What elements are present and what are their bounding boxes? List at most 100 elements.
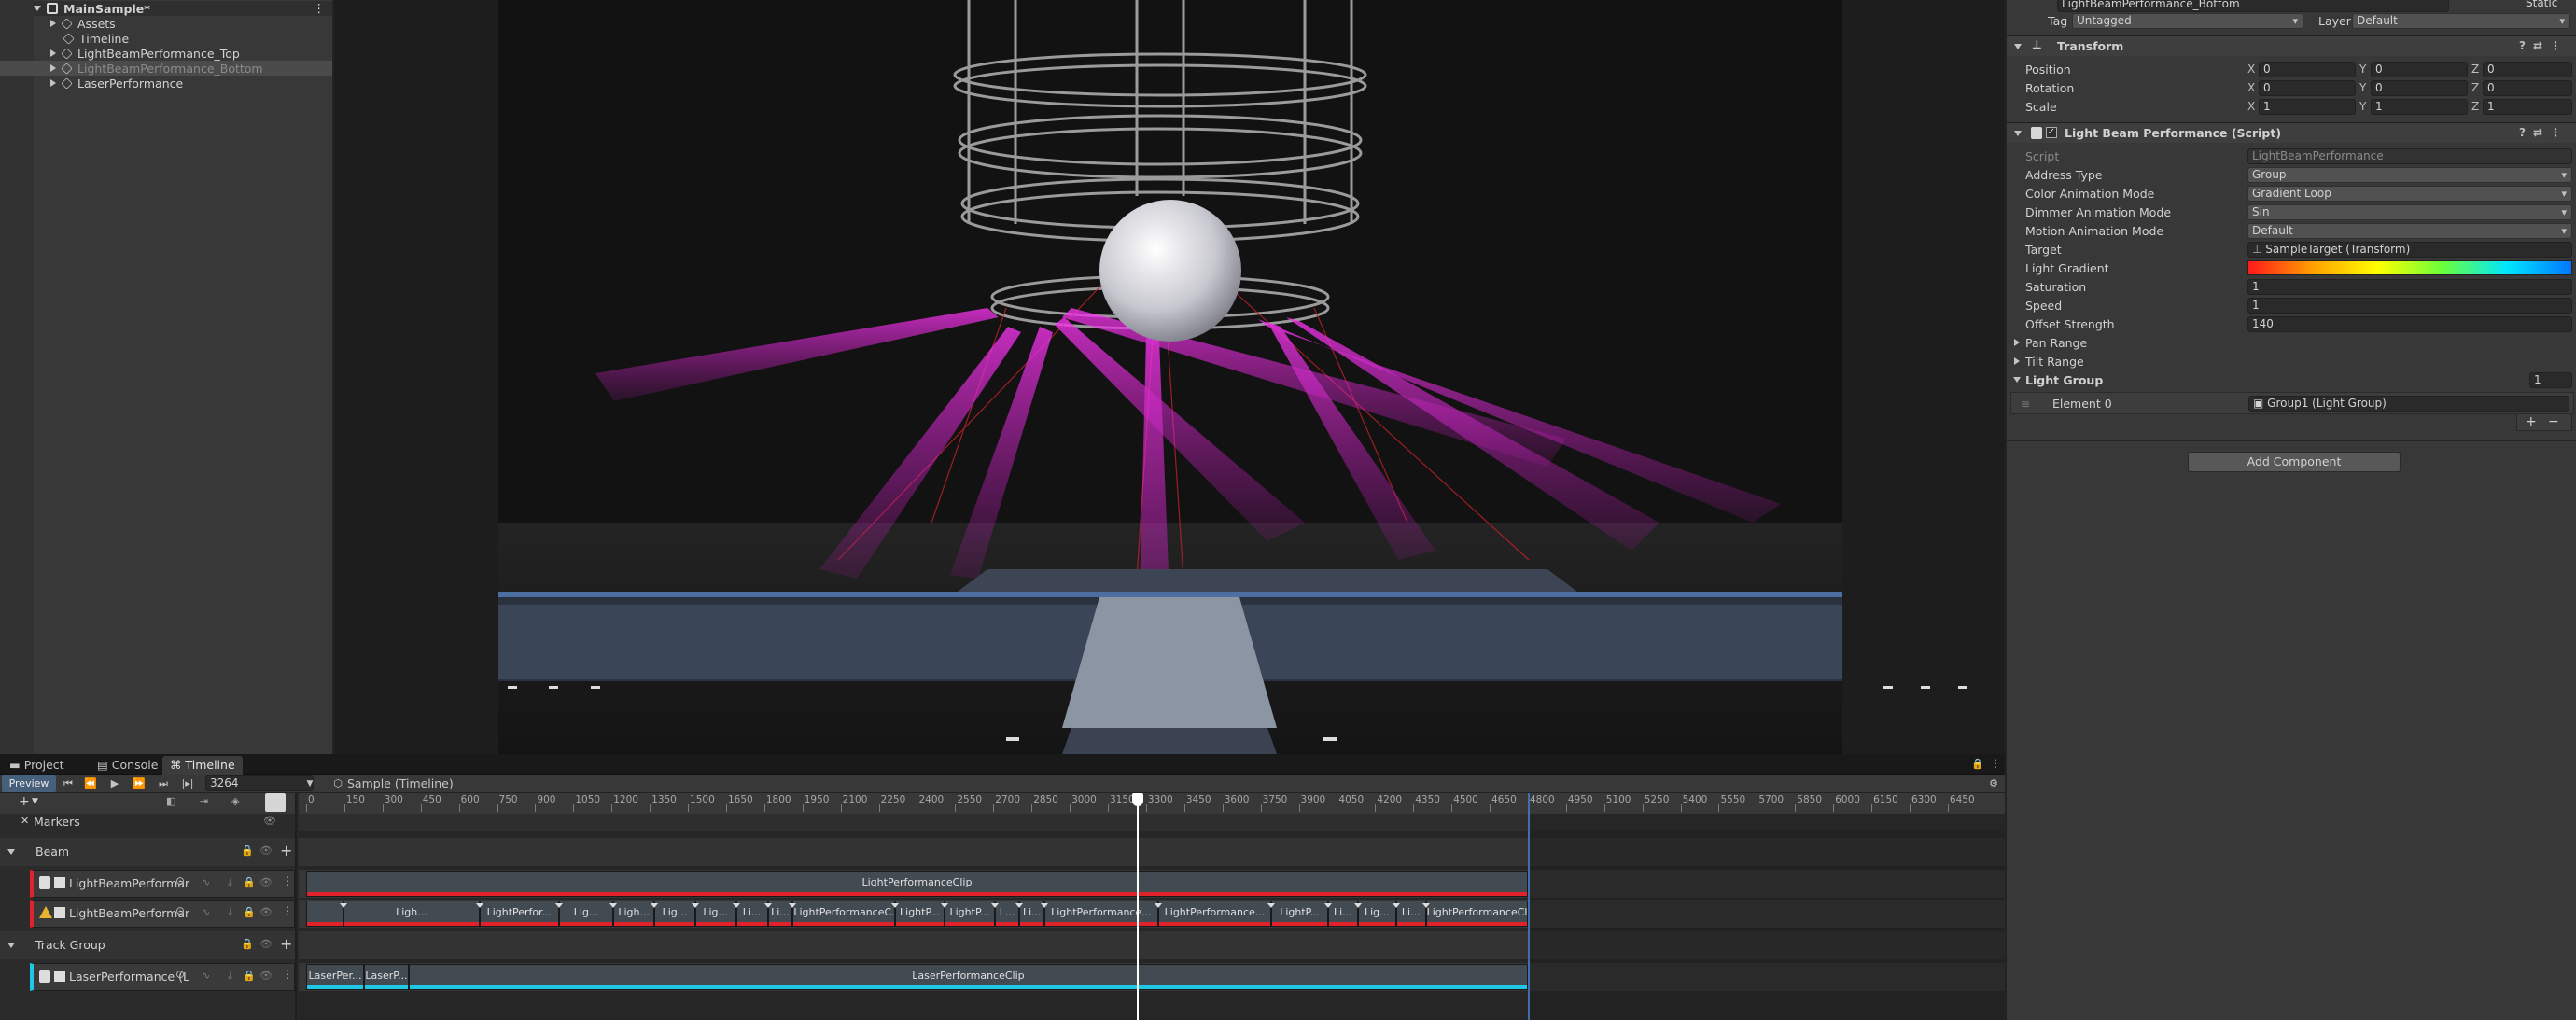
timeline-clip[interactable]: LaserP... bbox=[364, 964, 409, 990]
frame-field[interactable]: 3264 bbox=[205, 775, 314, 791]
object-picker-icon[interactable]: ⊙ bbox=[175, 874, 185, 887]
timeline-clip[interactable]: LightPerformanceClip bbox=[306, 871, 1528, 897]
pan-range-row[interactable]: Pan Range bbox=[2007, 333, 2576, 352]
timeline-clip[interactable]: LightPerformance... bbox=[1044, 901, 1158, 927]
timeline-clip[interactable]: Lig... bbox=[558, 901, 614, 927]
hierarchy-item-timeline[interactable]: Timeline bbox=[58, 31, 129, 46]
lock-icon[interactable]: 🔒 bbox=[243, 906, 256, 918]
position-z-field[interactable]: 0 bbox=[2483, 61, 2572, 77]
light-gradient-field[interactable] bbox=[2247, 260, 2572, 275]
clip-edit-mode-button[interactable] bbox=[265, 793, 286, 812]
go-to-start-icon[interactable]: ⏮ bbox=[60, 775, 77, 792]
record-icon[interactable]: ⤓ bbox=[228, 906, 232, 919]
eye-icon[interactable]: 👁 bbox=[259, 845, 273, 857]
timeline-clip[interactable] bbox=[306, 901, 343, 927]
timeline-clip[interactable]: LightP... bbox=[945, 901, 995, 927]
fold-arrow-icon[interactable] bbox=[7, 849, 15, 855]
rotation-z-field[interactable]: 0 bbox=[2483, 79, 2572, 96]
scene-view[interactable] bbox=[334, 0, 2005, 754]
enabled-checkbox[interactable]: ✓ bbox=[2046, 127, 2057, 138]
gear-icon[interactable]: ⚙ bbox=[1986, 775, 2001, 792]
previous-frame-icon[interactable]: ⏪ bbox=[82, 775, 99, 792]
timeline-clip[interactable]: LaserPer... bbox=[306, 964, 364, 990]
target-object-field[interactable]: ⊥ SampleTarget (Transform) bbox=[2247, 241, 2572, 258]
eye-icon[interactable]: 👁 bbox=[259, 970, 273, 982]
expand-arrow-icon[interactable] bbox=[50, 79, 56, 87]
expand-arrow-icon[interactable] bbox=[50, 49, 56, 57]
tab-timeline[interactable]: ⌘ Timeline bbox=[162, 756, 243, 775]
element0-field[interactable]: ▣ Group1 (Light Group) bbox=[2248, 395, 2569, 412]
tag-dropdown[interactable]: Untagged bbox=[2072, 12, 2303, 29]
lock-icon[interactable]: 🔒 bbox=[241, 845, 254, 857]
curves-icon[interactable]: ∿ bbox=[202, 906, 210, 918]
kebab-menu-icon[interactable]: ⋮ bbox=[1990, 757, 2001, 770]
static-label[interactable]: Static bbox=[2526, 0, 2557, 9]
lock-icon[interactable]: 🔒 bbox=[1971, 758, 1984, 770]
add-element-button[interactable]: + bbox=[2526, 414, 2537, 429]
object-picker-icon[interactable]: ⊙ bbox=[175, 968, 185, 981]
timeline-clip[interactable]: LightPerformanceClip bbox=[1425, 901, 1528, 927]
timeline-clip[interactable]: Ligh... bbox=[343, 901, 480, 927]
kebab-menu-icon[interactable]: ⋮ bbox=[314, 1, 326, 15]
kebab-menu-icon[interactable]: ⋮ bbox=[282, 904, 293, 917]
remove-element-button[interactable]: − bbox=[2548, 414, 2559, 429]
saturation-field[interactable]: 1 bbox=[2247, 278, 2572, 295]
add-track-button[interactable]: + bbox=[19, 794, 30, 809]
light-group-row[interactable]: Light Group 1 bbox=[2007, 370, 2576, 389]
dimmer-animation-dropdown[interactable]: Sin bbox=[2247, 203, 2572, 220]
timeline-asset-name[interactable]: Sample (Timeline) bbox=[347, 775, 534, 792]
curves-icon[interactable]: ∿ bbox=[202, 970, 210, 982]
timeline-clip[interactable]: LightP... bbox=[894, 901, 945, 927]
scale-x-field[interactable]: 1 bbox=[2259, 98, 2356, 115]
hierarchy-item-laser[interactable]: LaserPerformance bbox=[50, 76, 183, 91]
next-frame-icon[interactable]: ⏩ bbox=[131, 775, 147, 792]
timeline-clip-area[interactable]: 0 150 300 450 600 750 900 1050 1200 1350 1500 1650 1… bbox=[299, 793, 2005, 1020]
fold-arrow-icon[interactable] bbox=[7, 943, 15, 948]
playhead[interactable] bbox=[1132, 793, 1144, 1020]
group-row-beam[interactable]: Beam 🔒 👁 + bbox=[0, 838, 295, 866]
light-group-size-field[interactable]: 1 bbox=[2529, 371, 2572, 388]
lock-icon[interactable]: 🔒 bbox=[243, 876, 256, 888]
address-type-dropdown[interactable]: Group bbox=[2247, 166, 2572, 183]
fold-arrow-icon[interactable] bbox=[2013, 377, 2021, 383]
tab-console[interactable]: ▤ Console bbox=[90, 756, 165, 775]
component-header-icons[interactable]: ?⇄⋮ bbox=[2519, 39, 2569, 52]
play-range-icon[interactable]: |▸| bbox=[179, 775, 196, 792]
object-name-field[interactable]: LightBeamPerformance_Bottom bbox=[2057, 0, 2449, 12]
hierarchy-item-assets[interactable]: Assets bbox=[50, 16, 116, 31]
fold-arrow-icon[interactable] bbox=[2014, 357, 2020, 365]
hierarchy-item-lightbeam-top[interactable]: LightBeamPerformance_Top bbox=[50, 46, 240, 61]
group-row-track-group[interactable]: Track Group 🔒 👁 + bbox=[0, 931, 295, 959]
lock-icon[interactable]: 🔒 bbox=[243, 970, 256, 982]
expand-arrow-icon[interactable] bbox=[50, 20, 56, 27]
timeline-clip[interactable]: LightPerformance... bbox=[1157, 901, 1272, 927]
record-icon[interactable]: ⤓ bbox=[228, 876, 232, 889]
scale-y-field[interactable]: 1 bbox=[2371, 98, 2468, 115]
play-icon[interactable]: ▶ bbox=[106, 775, 123, 792]
preview-button[interactable]: Preview bbox=[2, 775, 56, 792]
tilt-range-row[interactable]: Tilt Range bbox=[2007, 352, 2576, 370]
go-to-end-icon[interactable]: ⏭ bbox=[155, 775, 172, 792]
fold-arrow-icon[interactable] bbox=[2014, 44, 2022, 49]
timeline-clip[interactable]: Li... bbox=[735, 901, 768, 927]
timeline-clip[interactable]: Ligh... bbox=[613, 901, 655, 927]
eye-icon[interactable]: 👁 bbox=[259, 938, 273, 950]
transform-header[interactable]: ⟂ Transform ?⇄⋮ bbox=[2007, 35, 2576, 56]
ripple-icon[interactable]: ⇥ bbox=[200, 795, 208, 807]
layer-dropdown[interactable]: Default bbox=[2352, 12, 2570, 29]
scale-z-field[interactable]: 1 bbox=[2483, 98, 2572, 115]
expand-arrow-icon[interactable] bbox=[34, 6, 41, 11]
add-track-to-group-button[interactable]: + bbox=[280, 842, 292, 859]
hierarchy-scene-row[interactable]: MainSample* ⋮ bbox=[34, 1, 332, 16]
timeline-clip[interactable]: Lig... bbox=[1357, 901, 1396, 927]
record-icon[interactable]: ⤓ bbox=[228, 970, 232, 983]
object-picker-icon[interactable]: ⊙ bbox=[175, 904, 185, 917]
expand-arrow-icon[interactable] bbox=[50, 64, 56, 72]
position-y-field[interactable]: 0 bbox=[2371, 61, 2468, 77]
time-ruler[interactable]: 0 150 300 450 600 750 900 1050 1200 1350 1500 1650 1… bbox=[299, 793, 2005, 814]
eye-icon[interactable]: 👁 bbox=[263, 815, 276, 827]
timeline-clip[interactable]: LaserPerformanceClip bbox=[409, 964, 1528, 990]
color-animation-dropdown[interactable]: Gradient Loop bbox=[2247, 185, 2572, 202]
rotation-x-field[interactable]: 0 bbox=[2259, 79, 2356, 96]
timeline-clip[interactable]: Lig... bbox=[654, 901, 695, 927]
